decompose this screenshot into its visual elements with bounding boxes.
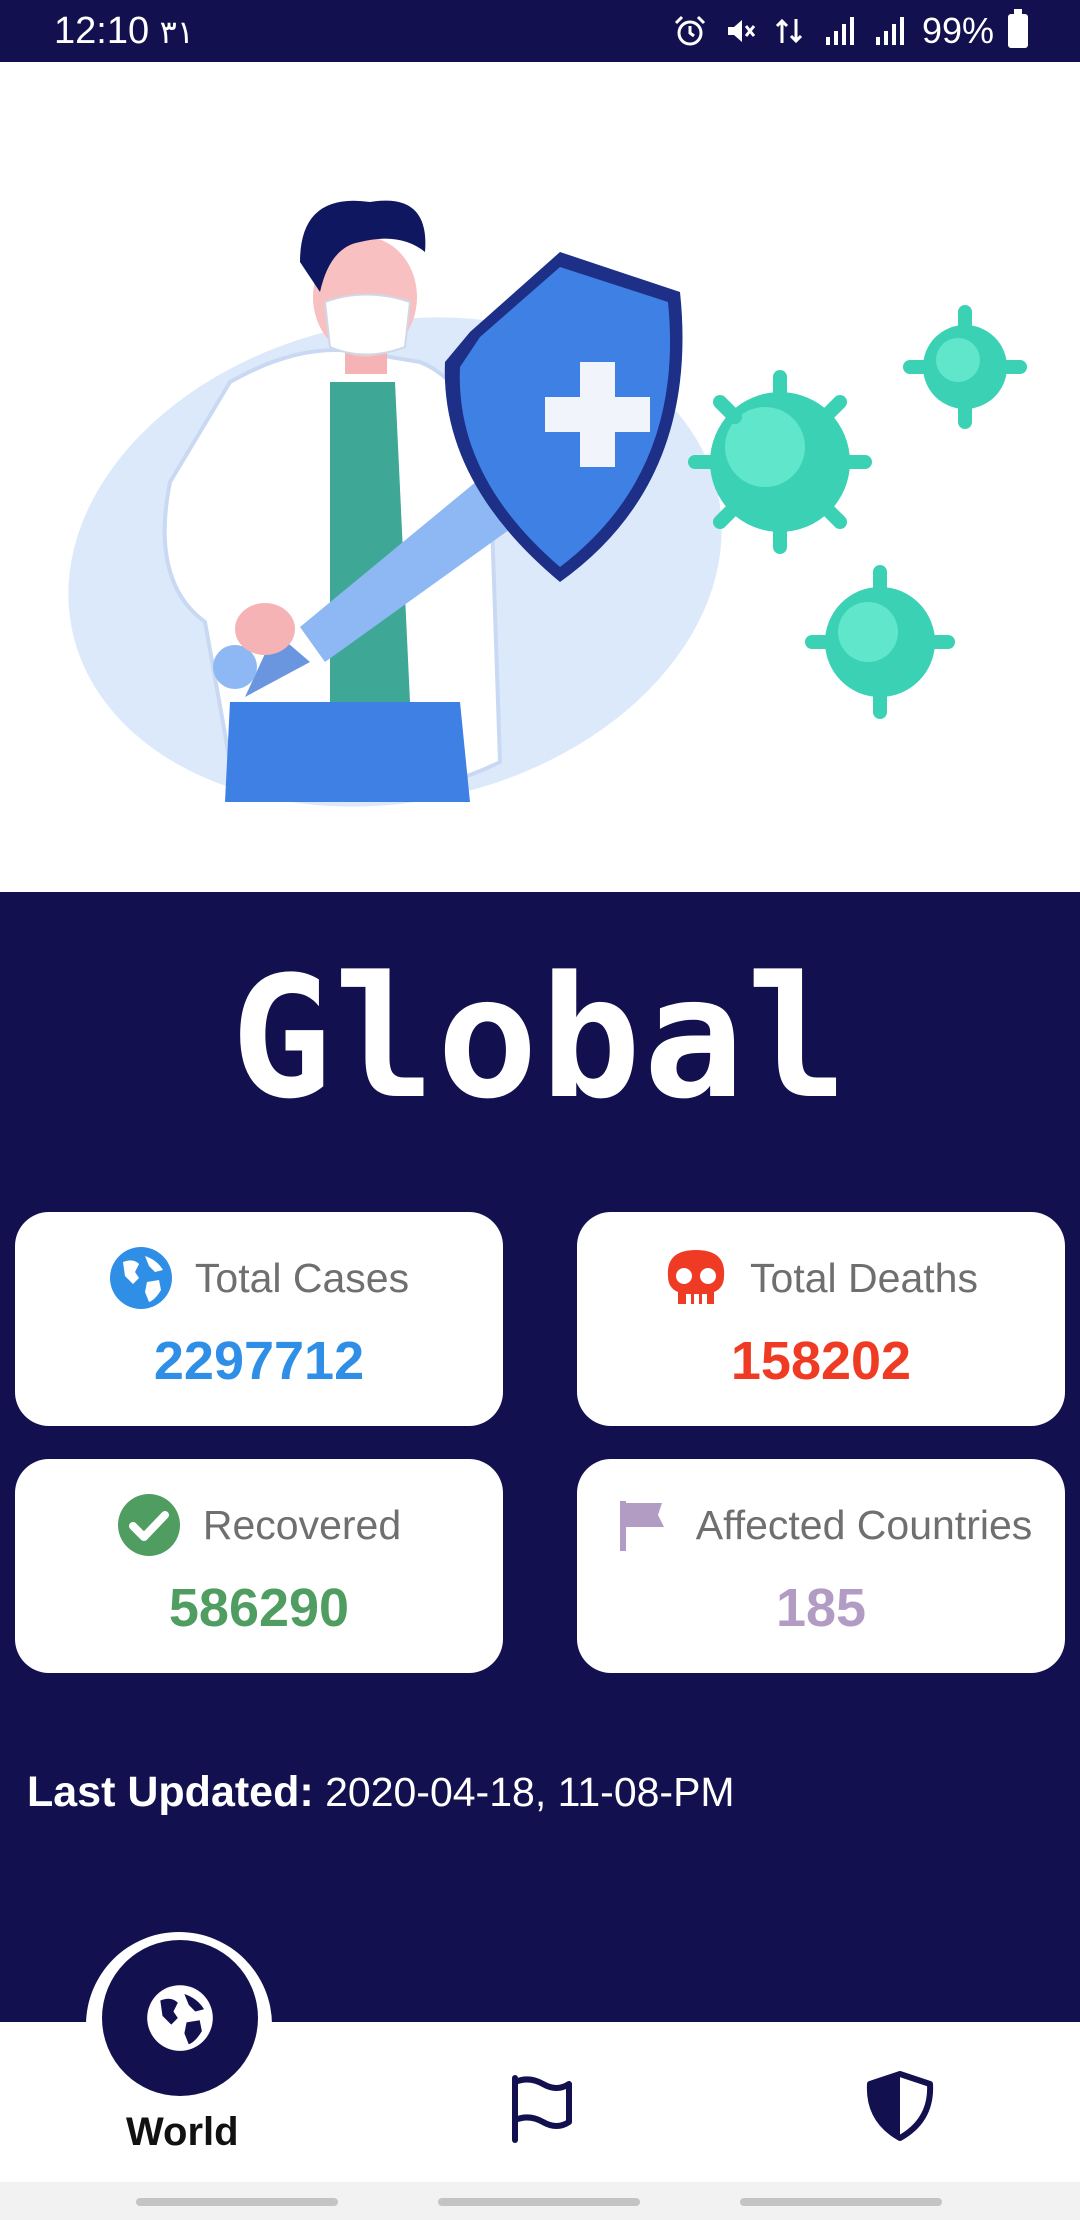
total-deaths-card: Total Deaths 158202 — [577, 1212, 1065, 1426]
check-circle-icon — [117, 1494, 180, 1556]
last-updated-value: 2020-04-18, 11-08-PM — [325, 1769, 735, 1815]
alarm-icon — [674, 15, 705, 46]
data-icon — [775, 18, 802, 44]
affected-countries-value: 185 — [775, 1578, 867, 1638]
globe-icon — [109, 1247, 172, 1309]
recovered-card: Recovered 586290 — [15, 1459, 503, 1673]
status-time: 12:10 ٣١ — [54, 10, 195, 52]
total-cases-label: Total Cases — [194, 1254, 410, 1301]
battery-icon — [1008, 9, 1028, 48]
nav-item-world[interactable] — [102, 1940, 258, 2096]
gesture-handle-left[interactable] — [136, 2198, 338, 2206]
flag-icon — [619, 1501, 664, 1551]
page-title: Global — [230, 940, 850, 1136]
doctor-shield-virus-illustration — [68, 200, 1027, 807]
total-cases-card: Total Cases 2297712 — [15, 1212, 503, 1426]
battery-percent: 99% — [921, 10, 994, 51]
status-bar: 12:10 ٣١ 99% — [0, 0, 1080, 62]
recovered-label: Recovered — [202, 1501, 402, 1548]
hero-banner — [0, 62, 1080, 892]
gesture-handle-right[interactable] — [740, 2198, 942, 2206]
total-deaths-value: 158202 — [730, 1331, 912, 1391]
globe-icon — [147, 1985, 213, 2051]
skull-icon — [667, 1250, 725, 1304]
total-cases-value: 2297712 — [153, 1331, 365, 1391]
nav-item-world-label[interactable]: World — [126, 2110, 239, 2155]
flag-icon[interactable] — [505, 2072, 577, 2144]
shield-icon[interactable] — [866, 2070, 934, 2142]
affected-countries-label: Affected Countries — [695, 1501, 1033, 1548]
gesture-handle-center[interactable] — [438, 2198, 640, 2206]
signal-icon — [875, 17, 904, 45]
signal-icon — [825, 17, 854, 45]
recovered-value: 586290 — [168, 1578, 350, 1638]
gesture-bar — [0, 2182, 1080, 2220]
last-updated-label: Last Updated: — [27, 1768, 314, 1816]
affected-countries-card: Affected Countries 185 — [577, 1459, 1065, 1673]
status-icons: 99% — [672, 9, 1028, 52]
last-updated: Last Updated: 2020-04-18, 11-08-PM — [27, 1768, 735, 1817]
mute-icon — [727, 20, 756, 42]
total-deaths-label: Total Deaths — [750, 1254, 978, 1301]
